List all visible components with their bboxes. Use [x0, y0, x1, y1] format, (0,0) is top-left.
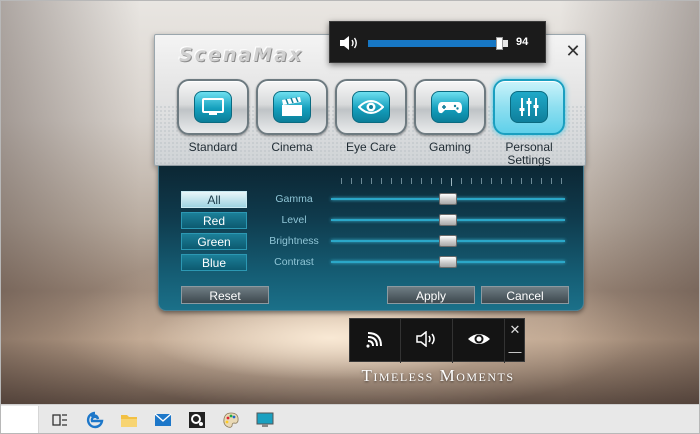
level-slider[interactable]: [331, 214, 565, 226]
mode-gaming[interactable]: Gaming: [414, 79, 486, 154]
mode-gaming-button[interactable]: [414, 79, 486, 135]
volume-thumb[interactable]: [496, 37, 503, 50]
personal-settings-panel: All Red Green Blue Gamma Level Brightnes…: [158, 166, 584, 311]
channel-red-button[interactable]: Red: [181, 212, 247, 229]
mode-cinema-button[interactable]: [256, 79, 328, 135]
contrast-thumb[interactable]: [439, 256, 457, 268]
mode-personal-settings-button[interactable]: [493, 79, 565, 135]
ruler-tick: [351, 178, 352, 184]
volume-slider[interactable]: [368, 37, 508, 50]
speaker-icon: [339, 35, 359, 51]
ruler-tick: [531, 178, 532, 184]
ruler-tick: [381, 178, 382, 184]
brightness-label: Brightness: [269, 235, 319, 247]
widget-eye-button[interactable]: [454, 319, 505, 363]
eye-icon: [352, 91, 390, 123]
ruler-tick: [561, 178, 562, 184]
contrast-label: Contrast: [274, 256, 314, 268]
ruler-tick: [551, 178, 552, 184]
ruler-tick: [391, 178, 392, 184]
gamepad-icon: [431, 91, 469, 123]
mode-label: Standard: [188, 140, 238, 154]
mode-selector: Standard Cinema Eye Care Gaming Personal…: [177, 79, 567, 167]
mode-label: Personal Settings: [505, 140, 553, 167]
wallpaper-tagline: Timeless Moments: [361, 366, 515, 385]
mode-eye-care[interactable]: Eye Care: [335, 79, 407, 154]
mode-standard-button[interactable]: [177, 79, 249, 135]
apply-button[interactable]: Apply: [387, 286, 475, 304]
channel-blue-button[interactable]: Blue: [181, 254, 247, 271]
monitor-icon: [194, 91, 232, 123]
taskbar-search-box[interactable]: [1, 406, 39, 434]
clapperboard-icon: [273, 91, 311, 123]
app-logo: ScenaMax: [179, 44, 304, 66]
paint-icon[interactable]: [221, 410, 241, 430]
mode-eye-care-button[interactable]: [335, 79, 407, 135]
equalizer-icon: [510, 91, 548, 123]
ruler-tick: [491, 178, 492, 184]
wifi-icon: [365, 330, 385, 353]
mode-cinema[interactable]: Cinema: [256, 79, 328, 154]
ruler-tick: [461, 178, 462, 184]
level-label: Level: [281, 214, 307, 226]
ruler-tick: [451, 178, 452, 186]
close-button[interactable]: ✕: [563, 41, 583, 61]
widget-minimize-button[interactable]: —: [505, 341, 525, 363]
file-explorer-icon[interactable]: [119, 410, 139, 430]
cancel-button[interactable]: Cancel: [481, 286, 569, 304]
ruler-tick: [341, 178, 342, 184]
volume-osd: 94: [329, 21, 546, 63]
volume-level: 94: [516, 36, 529, 48]
app-gear-icon[interactable]: [187, 410, 207, 430]
mode-label: Eye Care: [345, 140, 397, 154]
quick-widget: ✕ —: [349, 318, 525, 363]
level-thumb[interactable]: [439, 214, 457, 226]
widget-close-button[interactable]: ✕: [505, 319, 525, 341]
reset-button[interactable]: Reset: [181, 286, 269, 304]
brightness-thumb[interactable]: [439, 235, 457, 247]
task-view-icon[interactable]: [50, 410, 70, 430]
mode-personal-settings[interactable]: Personal Settings: [493, 79, 565, 167]
contrast-slider[interactable]: [331, 256, 565, 268]
channel-green-button[interactable]: Green: [181, 233, 247, 250]
ruler-tick: [401, 178, 402, 184]
volume-fill: [368, 40, 500, 47]
mode-label: Cinema: [271, 140, 313, 154]
mail-icon[interactable]: [153, 410, 173, 430]
ruler-tick: [541, 178, 542, 184]
ruler-tick: [501, 178, 502, 184]
mode-standard[interactable]: Standard: [177, 79, 249, 154]
gamma-thumb[interactable]: [439, 193, 457, 205]
slider-ruler: [341, 178, 571, 186]
ruler-tick: [421, 178, 422, 184]
mode-label: Gaming: [428, 140, 472, 154]
ruler-tick: [441, 178, 442, 184]
widget-wifi-button[interactable]: [350, 319, 401, 363]
speaker-icon: [416, 329, 438, 352]
edge-icon[interactable]: [85, 410, 105, 430]
scenamax-icon[interactable]: [255, 410, 275, 430]
ruler-tick: [511, 178, 512, 184]
channel-all-button[interactable]: All: [181, 191, 247, 208]
taskbar: [0, 404, 700, 434]
ruler-tick: [361, 178, 362, 184]
widget-volume-button[interactable]: [402, 319, 453, 363]
ruler-tick: [411, 178, 412, 184]
brightness-slider[interactable]: [331, 235, 565, 247]
ruler-tick: [371, 178, 372, 184]
eye-icon: [467, 331, 491, 352]
ruler-tick: [481, 178, 482, 184]
ruler-tick: [521, 178, 522, 184]
gamma-label: Gamma: [275, 193, 313, 205]
gamma-slider[interactable]: [331, 193, 565, 205]
ruler-tick: [471, 178, 472, 184]
ruler-tick: [431, 178, 432, 184]
